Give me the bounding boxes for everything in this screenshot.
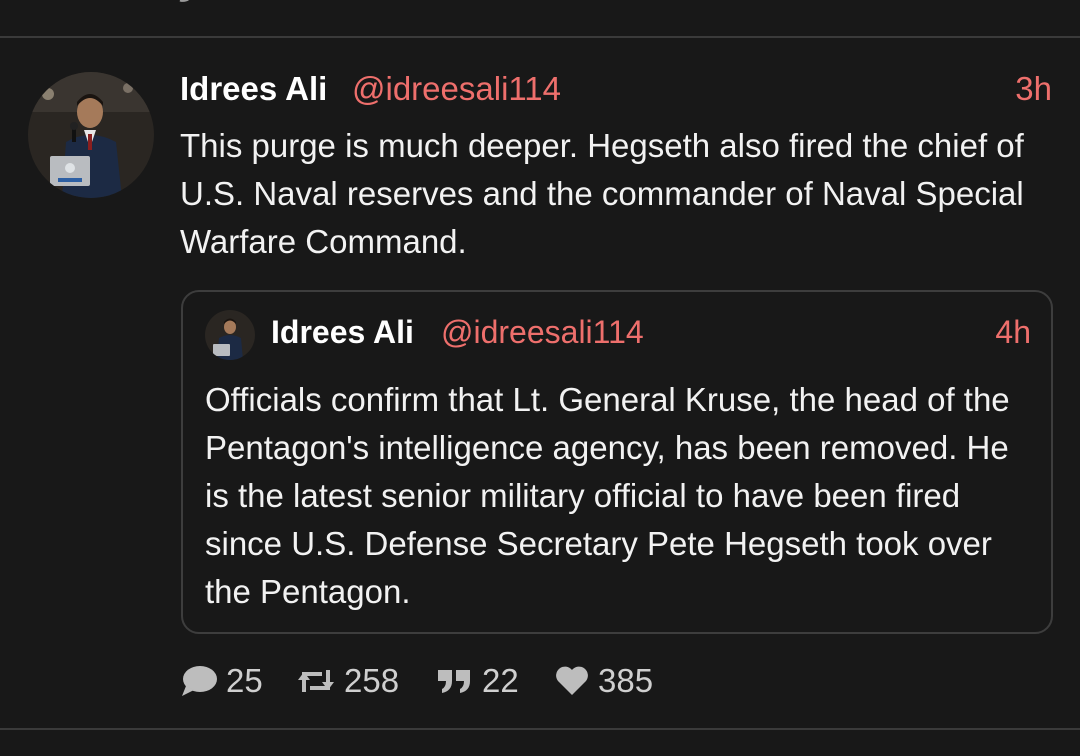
avatar[interactable] (28, 72, 154, 198)
quoted-author-name[interactable]: Idrees Ali (271, 314, 414, 351)
action-bar: 25 258 22 385 (180, 656, 1052, 706)
reply-count: 25 (226, 662, 263, 699)
reply-button[interactable]: 25 (180, 656, 263, 706)
quote-count: 22 (482, 662, 519, 699)
quoted-text: Officials confirm that Lt. General Kruse… (205, 381, 1010, 610)
post-text: This purge is much deeper. Hegseth also … (180, 127, 1024, 260)
quoted-timestamp[interactable]: 4h (995, 314, 1031, 351)
heart-icon (554, 665, 590, 697)
previous-post-icon-fragment (178, 0, 198, 6)
repost-count: 258 (344, 662, 400, 699)
quoted-avatar[interactable] (205, 310, 255, 360)
retweet-icon (296, 666, 336, 696)
quote-marks-icon (436, 667, 474, 695)
speech-bubble-icon (180, 664, 218, 698)
author-name[interactable]: Idrees Ali (180, 70, 327, 108)
quoted-post[interactable]: Idrees Ali @idreesali114 4h Officials co… (181, 290, 1053, 634)
divider (0, 36, 1080, 38)
repost-button[interactable]: 258 (296, 656, 399, 706)
quote-button[interactable]: 22 (436, 656, 519, 706)
quoted-author-handle[interactable]: @idreesali114 (441, 314, 644, 351)
post-header: Idrees Ali @idreesali114 3h (180, 68, 1052, 112)
like-button[interactable]: 385 (554, 656, 653, 706)
author-handle[interactable]: @idreesali114 (352, 70, 561, 108)
like-count: 385 (598, 662, 654, 699)
divider (0, 728, 1080, 730)
post-timestamp[interactable]: 3h (1015, 70, 1052, 108)
